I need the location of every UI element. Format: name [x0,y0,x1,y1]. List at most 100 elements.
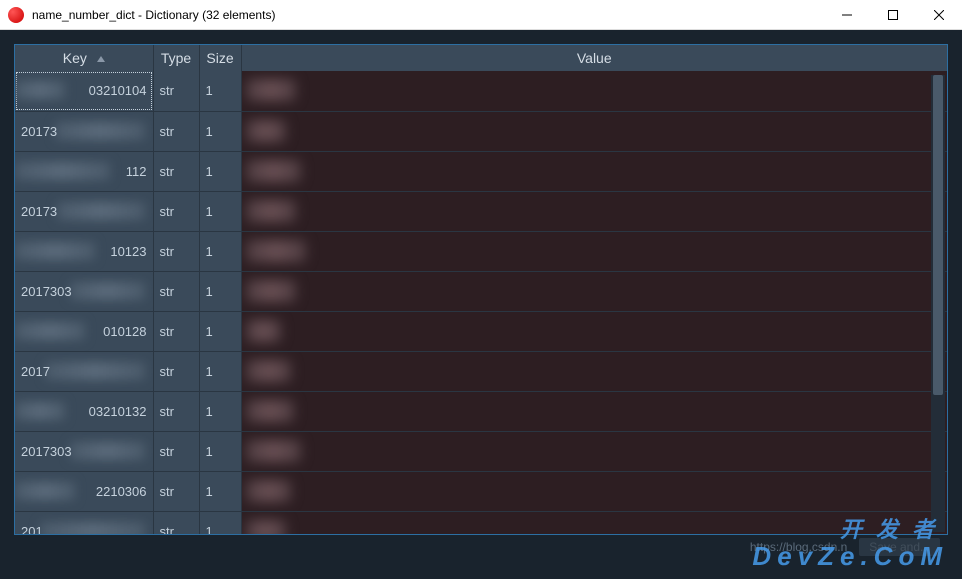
size-cell[interactable]: 1 [199,431,241,471]
size-cell[interactable]: 1 [199,111,241,151]
size-cell[interactable]: 1 [199,391,241,431]
dictionary-table-container: Key Type Size Value 03210104str120173str… [14,44,948,535]
redacted-blur [15,402,65,420]
value-cell[interactable] [241,391,947,431]
type-cell[interactable]: str [153,471,199,511]
redacted-blur [246,280,296,302]
redacted-blur [15,322,85,340]
type-cell[interactable]: str [153,111,199,151]
app-icon [8,7,24,23]
value-cell[interactable] [241,511,947,535]
table-row[interactable]: 2017303 str1 [15,271,947,311]
size-cell[interactable]: 1 [199,471,241,511]
value-cell[interactable] [241,111,947,151]
type-cell[interactable]: str [153,351,199,391]
redacted-blur [246,440,301,462]
key-cell[interactable]: 010128 [15,311,153,351]
minimize-icon [842,10,852,20]
table-row[interactable]: 03210132 str1 [15,391,947,431]
size-cell[interactable]: 1 [199,351,241,391]
value-cell[interactable] [241,431,947,471]
close-button[interactable] [916,0,962,30]
key-cell[interactable]: 112 [15,151,153,191]
minimize-button[interactable] [824,0,870,30]
key-cell[interactable]: 03210104 [15,71,153,111]
type-cell[interactable]: str [153,231,199,271]
type-cell[interactable]: str [153,431,199,471]
redacted-blur [246,79,296,101]
value-cell[interactable] [241,351,947,391]
table-row[interactable]: 010128 str1 [15,311,947,351]
key-text: 2017303 [21,444,72,459]
value-cell[interactable] [241,191,947,231]
key-text: 2017 [21,364,50,379]
key-text: 010128 [103,324,146,339]
save-and-close-button[interactable]: Save and... [859,538,940,556]
size-cell[interactable]: 1 [199,271,241,311]
key-cell[interactable]: 2017303 [15,271,153,311]
type-cell[interactable]: str [153,391,199,431]
column-header-value[interactable]: Value [241,45,947,71]
scrollbar-thumb[interactable] [933,75,943,395]
redacted-blur [246,360,291,382]
redacted-blur [57,202,145,220]
value-cell[interactable] [241,231,947,271]
redacted-blur [70,282,145,300]
key-cell[interactable]: 201 [15,511,153,535]
key-cell[interactable]: 2017303 [15,431,153,471]
size-cell[interactable]: 1 [199,311,241,351]
column-header-type[interactable]: Type [153,45,199,71]
value-cell[interactable] [241,471,947,511]
table-row[interactable]: 03210104 str1 [15,71,947,111]
value-cell[interactable] [241,271,947,311]
vertical-scrollbar[interactable] [931,75,945,532]
column-header-key[interactable]: Key [15,45,153,71]
value-cell[interactable] [241,151,947,191]
key-cell[interactable]: 03210132 [15,391,153,431]
type-cell[interactable]: str [153,311,199,351]
window-titlebar: name_number_dict - Dictionary (32 elemen… [0,0,962,30]
key-text: 20173 [21,204,57,219]
table-row[interactable]: 2210306 str1 [15,471,947,511]
redacted-blur [246,320,281,342]
key-cell[interactable]: 2210306 [15,471,153,511]
value-cell[interactable] [241,71,947,111]
table-row[interactable]: 112 str1 [15,151,947,191]
size-cell[interactable]: 1 [199,71,241,111]
redacted-blur [246,200,296,222]
key-cell[interactable]: 2017 [15,351,153,391]
key-cell[interactable]: 10123 [15,231,153,271]
value-cell[interactable] [241,311,947,351]
size-cell[interactable]: 1 [199,151,241,191]
type-cell[interactable]: str [153,151,199,191]
table-row[interactable]: 20173str1 [15,111,947,151]
close-icon [934,10,944,20]
key-text: 112 [126,164,147,179]
column-header-size[interactable]: Size [199,45,241,71]
size-cell[interactable]: 1 [199,231,241,271]
table-row[interactable]: 201str1 [15,511,947,535]
redacted-blur [246,160,301,182]
maximize-icon [888,10,898,20]
table-row[interactable]: 2017 str1 [15,351,947,391]
app-body: Key Type Size Value 03210104str120173str… [0,30,962,579]
dictionary-table: Key Type Size Value 03210104str120173str… [15,45,947,535]
key-cell[interactable]: 20173 [15,111,153,151]
table-row[interactable]: 2017303 str1 [15,431,947,471]
key-cell[interactable]: 20173 [15,191,153,231]
key-text: 2017303 [21,284,72,299]
maximize-button[interactable] [870,0,916,30]
type-cell[interactable]: str [153,71,199,111]
table-row[interactable]: 10123str1 [15,231,947,271]
key-text: 2210306 [96,484,147,499]
size-cell[interactable]: 1 [199,511,241,535]
type-cell[interactable]: str [153,191,199,231]
key-text: 03210132 [89,404,147,419]
type-cell[interactable]: str [153,271,199,311]
key-text: 03210104 [89,83,147,98]
redacted-blur [55,122,145,140]
size-cell[interactable]: 1 [199,191,241,231]
redacted-blur [15,482,75,500]
type-cell[interactable]: str [153,511,199,535]
table-row[interactable]: 20173 str1 [15,191,947,231]
